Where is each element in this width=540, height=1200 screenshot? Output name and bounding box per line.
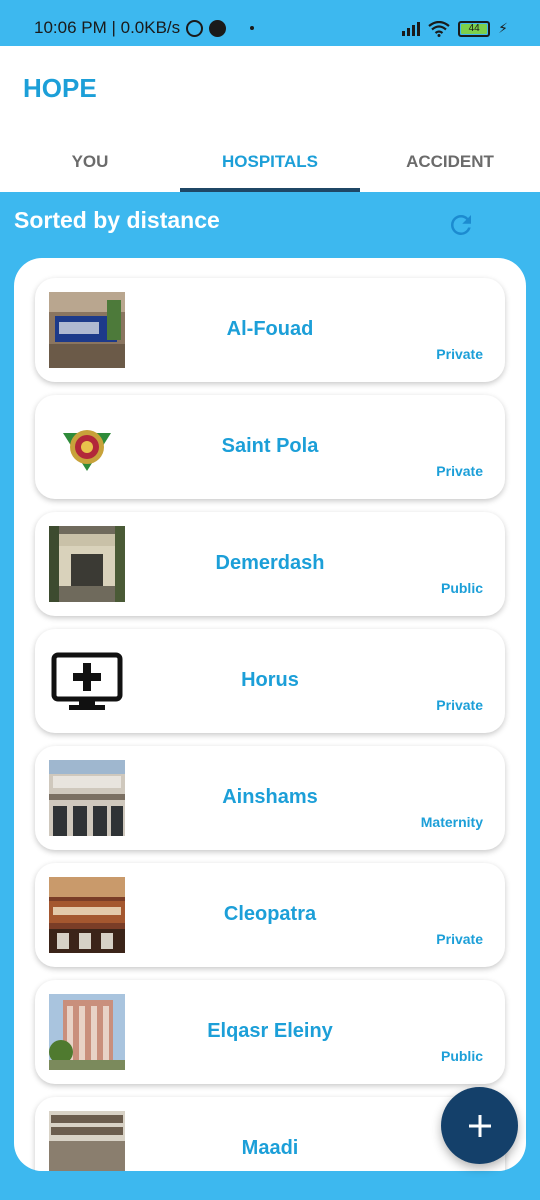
wifi-icon xyxy=(428,20,450,37)
notification-dot-icon xyxy=(250,26,255,30)
status-time-speed: 10:06 PM | 0.0KB/s xyxy=(34,18,181,37)
data-saver-icon xyxy=(209,19,227,37)
signal-icon xyxy=(402,21,421,36)
hospital-type: Private xyxy=(436,931,483,947)
hospital-card[interactable]: Maadi xyxy=(35,1097,505,1171)
hospital-card[interactable]: Al-Fouad Private xyxy=(35,278,505,382)
hospital-type: Private xyxy=(436,346,483,362)
app-bar: HOPE YOU HOSPITALS ACCIDENT xyxy=(0,46,540,192)
hospital-name: Ainshams xyxy=(222,786,318,808)
hospital-card[interactable]: Horus Private xyxy=(35,629,505,733)
tab-bar: YOU HOSPITALS ACCIDENT xyxy=(0,132,540,192)
hospital-list: Al-Fouad Private Saint Pola Private Deme… xyxy=(14,258,526,1171)
add-hospital-button[interactable] xyxy=(441,1087,518,1164)
hospital-name: Demerdash xyxy=(215,552,325,574)
charging-icon: ⚡ xyxy=(498,20,508,36)
hospital-type: Public xyxy=(440,580,483,596)
hospital-name: Al-Fouad xyxy=(226,318,314,340)
hospital-card[interactable]: Saint Pola Private xyxy=(35,395,505,499)
hospital-name: Horus xyxy=(241,669,299,691)
sort-label: Sorted by distance xyxy=(14,207,220,233)
hospital-type: Maternity xyxy=(420,814,483,830)
battery-level: 44 xyxy=(461,23,488,34)
app-title: HOPE xyxy=(23,73,97,103)
hospital-name: Cleopatra xyxy=(223,903,317,925)
tab-you[interactable]: YOU xyxy=(0,132,180,192)
hospital-card[interactable]: Demerdash Public xyxy=(35,512,505,616)
status-left: 10:06 PM | 0.0KB/s xyxy=(34,18,255,38)
hospital-type: Private xyxy=(436,697,483,713)
tab-accident[interactable]: ACCIDENT xyxy=(360,132,540,192)
tab-hospitals[interactable]: HOSPITALS xyxy=(180,132,360,192)
whatsapp-icon xyxy=(186,19,204,37)
hospital-card[interactable]: Elqasr Eleiny Public xyxy=(35,980,505,1084)
hospital-card[interactable]: Ainshams Maternity xyxy=(35,746,505,850)
hospital-type: Public xyxy=(440,1048,483,1064)
status-right: 44 ⚡ xyxy=(402,20,508,37)
hospital-card[interactable]: Cleopatra Private xyxy=(35,863,505,967)
refresh-icon[interactable] xyxy=(446,210,476,240)
hospital-name: Saint Pola xyxy=(221,435,319,457)
battery-icon: 44 xyxy=(458,20,491,37)
status-bar: 10:06 PM | 0.0KB/s 44 ⚡ xyxy=(0,0,540,46)
hospital-type: Private xyxy=(436,463,483,479)
hospital-name: Elqasr Eleiny xyxy=(207,1020,333,1042)
hospital-name: Maadi xyxy=(241,1137,299,1159)
